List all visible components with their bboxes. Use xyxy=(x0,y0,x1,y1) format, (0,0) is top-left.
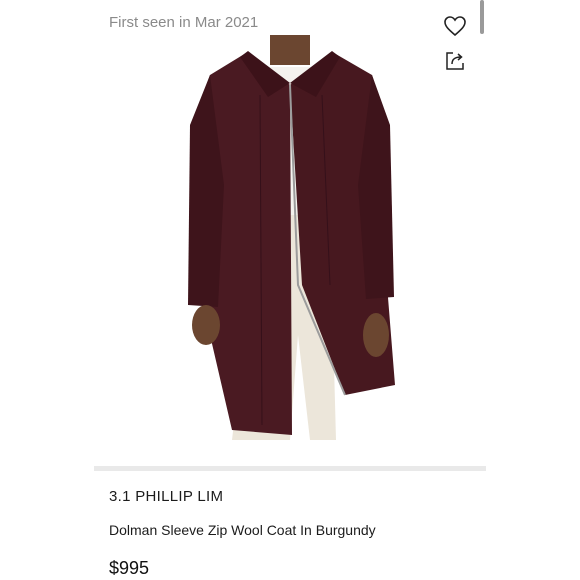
product-price: $995 xyxy=(109,558,150,578)
share-icon[interactable] xyxy=(442,48,468,74)
divider xyxy=(94,466,486,471)
first-seen-label: First seen in Mar 2021 xyxy=(109,14,259,31)
product-title[interactable]: Dolman Sleeve Zip Wool Coat In Burgundy xyxy=(109,522,376,538)
heart-icon[interactable] xyxy=(442,13,468,39)
scrollbar[interactable] xyxy=(480,0,484,34)
brand-name[interactable]: 3.1 PHILLIP LIM xyxy=(109,488,223,505)
product-image xyxy=(188,35,395,440)
